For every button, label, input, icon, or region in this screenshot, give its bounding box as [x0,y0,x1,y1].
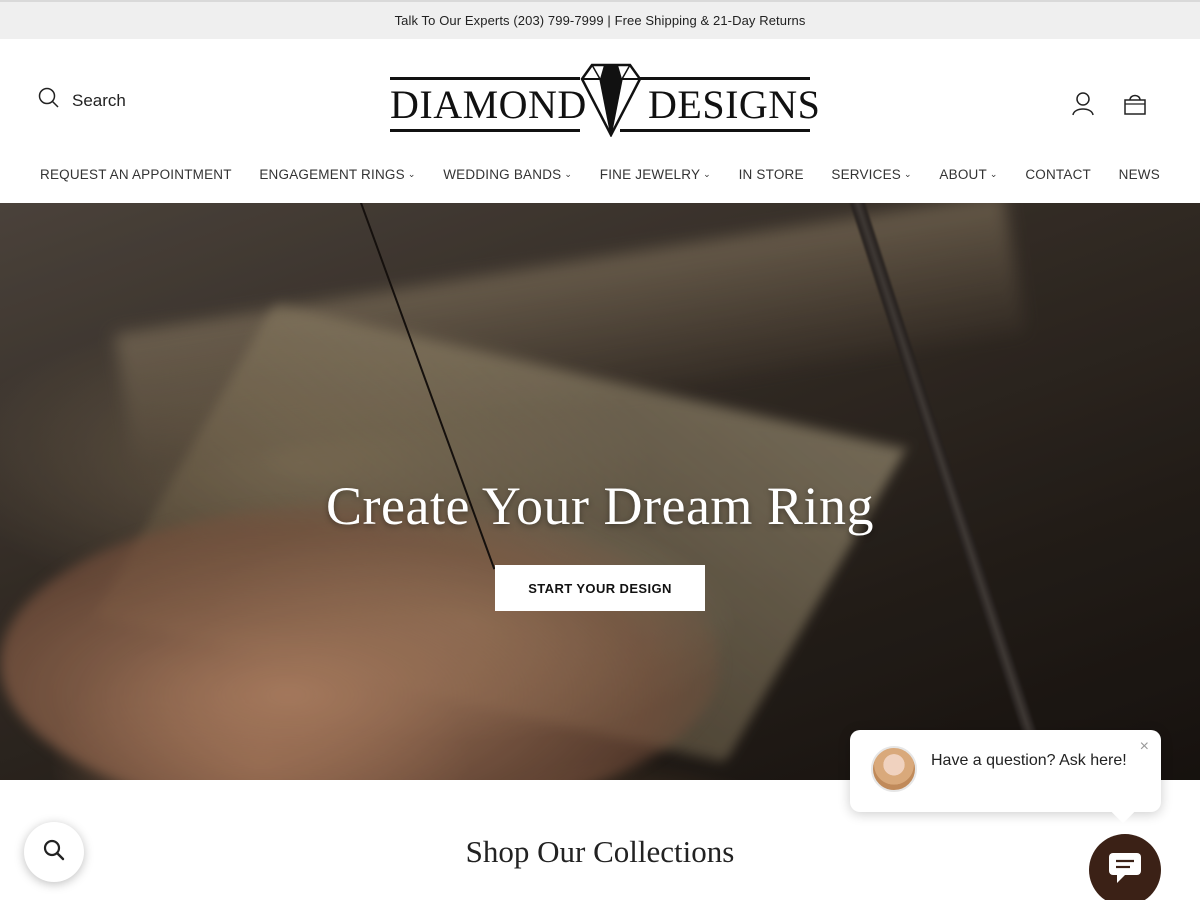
logo-word-left: DIAMOND [390,82,587,127]
search-label: Search [72,90,126,110]
hero-title: Create Your Dream Ring [326,476,874,536]
nav-item-label: WEDDING BANDS [443,166,562,182]
hero-banner: Create Your Dream Ring START YOUR DESIGN [0,203,1200,780]
diamond-icon [580,63,642,137]
nav-item-fine-jewelry[interactable]: FINE JEWELRY ⌄ [600,161,711,187]
nav-item-wedding-bands[interactable]: WEDDING BANDS ⌄ [443,161,572,187]
search-icon [38,87,60,114]
nav-item-label: CONTACT [1025,166,1091,182]
nav-item-about[interactable]: ABOUT ⌄ [939,161,997,187]
nav-item-label: SERVICES [831,166,901,182]
chevron-down-icon: ⌄ [703,168,711,179]
announcement-bar: Talk To Our Experts (203) 799-7999 | Fre… [0,0,1200,39]
nav-item-label: ENGAGEMENT RINGS [259,166,405,182]
logo-rule-top-right [620,77,810,80]
chevron-down-icon: ⌄ [564,168,573,179]
nav-item-engagement-rings[interactable]: ENGAGEMENT RINGS ⌄ [259,161,415,187]
search-icon [42,838,66,867]
floating-search-button[interactable] [24,822,84,882]
header-search[interactable]: Search [38,87,126,114]
nav-item-label: REQUEST AN APPOINTMENT [40,166,232,182]
chevron-down-icon: ⌄ [904,168,912,179]
nav-item-label: IN STORE [738,166,804,182]
announcement-text: Talk To Our Experts (203) 799-7999 | Fre… [394,13,806,28]
chat-launcher-button[interactable] [1089,834,1161,900]
nav-item-request-appointment[interactable]: REQUEST AN APPOINTMENT [40,161,232,187]
main-nav: REQUEST AN APPOINTMENT ENGAGEMENT RINGS ⌄… [0,161,1200,187]
header-actions [1070,91,1148,117]
brand-logo[interactable]: DIAMOND DESIGNS [388,61,820,139]
logo-rule-bottom-right [620,129,810,132]
chat-icon [1107,851,1143,890]
chevron-down-icon: ⌄ [407,168,416,179]
logo-rule-bottom-left [390,129,580,132]
close-icon[interactable]: × [1140,738,1149,756]
logo-rule-top-left [390,77,580,80]
nav-item-label: FINE JEWELRY [599,166,701,182]
nav-item-label: ABOUT [939,166,987,182]
chevron-down-icon: ⌄ [989,168,998,179]
site-header: Search DIAMOND DESIGNS REQUEST AN APPOIN… [0,39,1200,203]
nav-item-label: NEWS [1118,166,1160,182]
chat-prompt-text: Have a question? Ask here! [931,752,1127,769]
chat-bubble-tail [1111,800,1135,824]
agent-avatar [871,746,917,792]
account-icon[interactable] [1070,91,1096,117]
chat-prompt-bubble[interactable]: Have a question? Ask here! × [850,730,1161,824]
nav-item-services[interactable]: SERVICES ⌄ [831,161,911,187]
collections-heading: Shop Our Collections [465,834,735,869]
nav-item-news[interactable]: NEWS [1119,161,1160,187]
nav-item-in-store[interactable]: IN STORE [739,161,804,187]
cart-icon[interactable] [1122,91,1148,117]
start-design-button[interactable]: START YOUR DESIGN [495,565,705,611]
logo-word-right: DESIGNS [648,82,821,127]
nav-item-contact[interactable]: CONTACT [1025,161,1091,187]
